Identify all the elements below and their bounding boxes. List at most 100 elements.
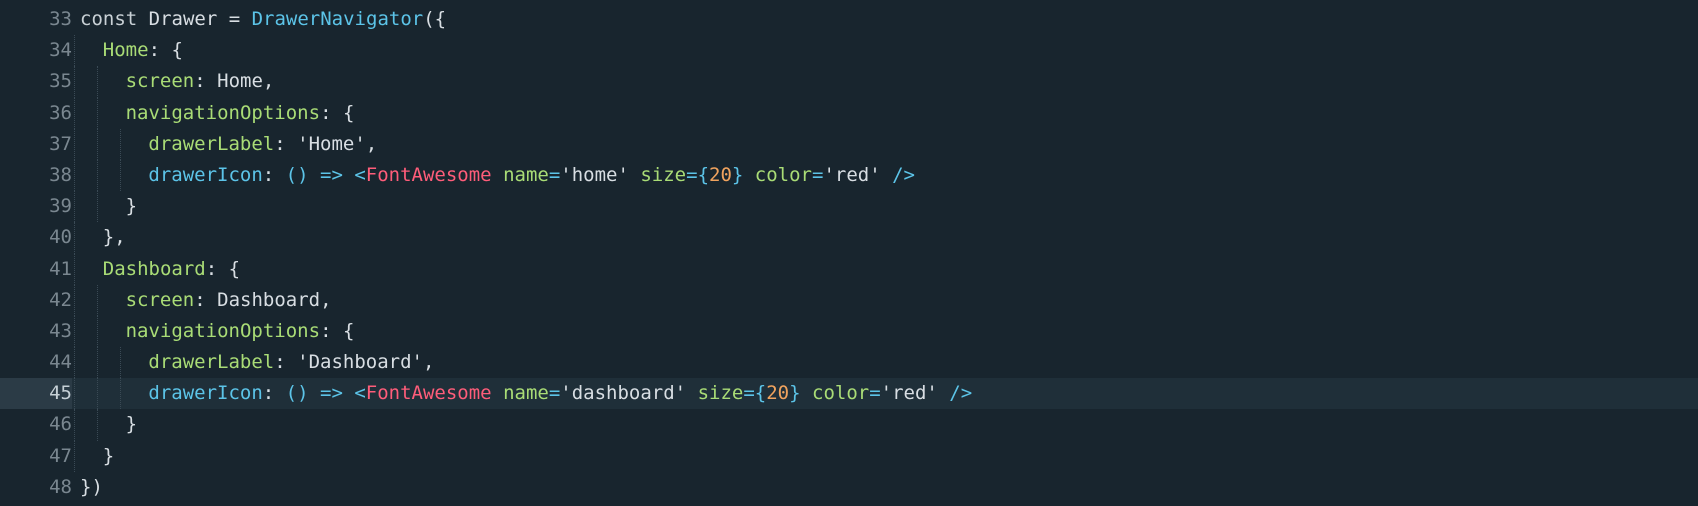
code-token: : [274,132,298,155]
code-line[interactable]: 48}) [0,472,1698,503]
code-text[interactable]: } [74,440,115,472]
code-token: navigationOptions [125,101,321,124]
code-line[interactable]: 39} [0,191,1698,223]
line-number: 38 [0,160,72,191]
code-line[interactable]: 34 Home: { [0,35,1698,67]
code-text[interactable]: drawerLabel: 'Dashboard', [74,347,435,379]
indent-guide [96,66,98,98]
code-token: } [789,382,812,405]
code-line[interactable]: 44 drawerLabel: 'Dashboard', [0,347,1698,379]
code-token: : { [320,319,355,342]
code-token: /> [949,382,973,405]
code-token: 'red' [880,382,950,405]
code-token: = [228,8,252,30]
indent-guide [96,378,98,410]
code-line[interactable]: 33 const Drawer = DrawerNavigator({ [0,4,1698,35]
code-token: }) [80,475,103,498]
code-token: const [80,8,149,30]
code-token: } [125,195,138,218]
indent-guide [119,378,121,410]
code-token: Drawer [148,8,229,30]
indent-guide [96,128,98,160]
line-number: 46 [0,409,72,440]
line-number-text: 41 [49,257,72,280]
code-text[interactable]: }, [74,222,126,254]
code-token: /> [892,163,915,186]
indent-guide [74,97,75,129]
code-text[interactable]: drawerIcon: () => <FontAwesome name='hom… [74,159,915,192]
code-line[interactable]: 38 drawerIcon: () => <FontAwesome name='h… [0,159,1698,192]
line-number-text: 34 [49,39,72,62]
indent-guide [96,347,98,379]
code-line[interactable]: 36 navigationOptions: { [0,97,1698,129]
code-text[interactable]: screen: Home, [74,66,275,98]
code-token: FontAwesome [365,382,504,405]
code-token: Home [217,70,263,93]
code-token: 'home' [560,163,641,186]
code-text[interactable]: drawerLabel: 'Home', [74,128,378,160]
code-line[interactable]: 45 drawerIcon: () => <FontAwesome name='d… [0,378,1698,410]
indent-guide [96,315,98,348]
code-token: = [548,382,561,405]
indent-guide [119,159,121,192]
line-number: 33 [0,4,72,35]
code-line[interactable]: 41 Dashboard: { [0,253,1698,285]
code-line[interactable]: 37 drawerLabel: 'Home', [0,128,1698,160]
indent-guide [74,159,75,192]
code-token: : [262,382,286,405]
code-token: , [262,70,275,93]
code-token: = [548,163,561,186]
code-line[interactable]: 40}, [0,222,1698,254]
indent-guide [119,347,121,379]
line-number: 41 [0,254,72,285]
code-token: navigationOptions [125,319,321,342]
code-token: : { [320,101,355,124]
code-token: DrawerNavigator [251,8,424,30]
line-number-text: 39 [49,195,72,218]
code-text[interactable]: } [74,191,138,223]
code-token: : [194,70,218,93]
indent-guide [96,409,98,441]
code-token: ={ [743,382,767,405]
indent-guide [74,253,75,285]
code-token: : [274,351,298,374]
code-line[interactable]: 43 navigationOptions: { [0,315,1698,348]
code-token: : [194,288,218,311]
code-text[interactable]: Home: { [74,35,183,67]
indent-guide [74,35,75,67]
code-line[interactable]: 42 screen: Dashboard, [0,284,1698,316]
code-text[interactable]: navigationOptions: { [74,97,355,129]
code-token: drawerLabel [148,351,275,374]
code-token: name [503,382,549,405]
code-text[interactable]: Dashboard: { [74,253,240,285]
code-token: = [812,163,824,186]
code-text[interactable]: drawerIcon: () => <FontAwesome name='das… [74,378,973,410]
code-token: drawerIcon [148,382,263,405]
indent-guide [96,284,98,316]
code-text[interactable]: const Drawer = DrawerNavigator({ [80,4,446,35]
line-number: 40 [0,222,72,253]
code-token: drawerLabel [148,132,275,155]
code-token: name [503,163,549,186]
line-number-text: 48 [49,475,72,498]
indent-guide [74,378,75,410]
code-token: , [320,288,332,311]
indent-guide [74,191,75,223]
line-number-text: 40 [49,226,72,249]
code-editor[interactable]: 33 const Drawer = DrawerNavigator({34 Home… [0,4,1698,503]
code-token: , [365,132,378,155]
code-line[interactable]: 46} [0,409,1698,441]
code-text[interactable]: }) [80,472,103,503]
line-number: 39 [0,191,72,222]
code-text[interactable]: navigationOptions: { [74,315,355,348]
code-line[interactable]: 35 screen: Home, [0,66,1698,98]
indent-guide [96,159,98,192]
code-token: } [102,444,115,467]
code-token: , [422,351,435,374]
code-text[interactable]: screen: Dashboard, [74,284,332,316]
code-token: : [262,163,286,186]
code-token: 20 [766,382,790,405]
code-token: ={ [686,163,710,186]
code-text[interactable]: } [74,409,137,441]
code-line[interactable]: 47} [0,440,1698,472]
